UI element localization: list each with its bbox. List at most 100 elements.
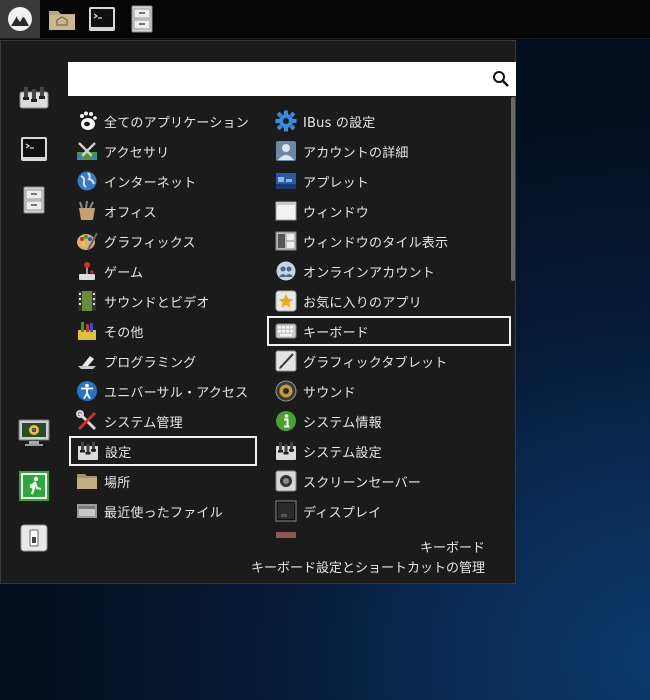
files-fav[interactable]: [17, 183, 51, 217]
category-item[interactable]: 場所: [68, 466, 258, 496]
app-item[interactable]: スクリーンセーバー: [267, 466, 511, 496]
category-item[interactable]: アクセサリ: [68, 136, 258, 166]
file-cabinet-icon: [23, 186, 45, 214]
search-box: [68, 62, 516, 96]
app-list-scrollbar[interactable]: [511, 97, 515, 281]
accessories-icon: [76, 140, 98, 162]
shutdown[interactable]: [17, 521, 51, 555]
app-item-selected[interactable]: キーボード: [267, 316, 511, 346]
selected-app-description: キーボード設定とショートカットの管理: [250, 561, 485, 576]
tablet-icon: [275, 350, 297, 372]
category-item[interactable]: その他: [68, 316, 258, 346]
accessibility-icon: [76, 380, 98, 402]
app-item[interactable]: アカウントの詳細: [267, 136, 511, 166]
category-label: 最近使ったファイル: [104, 505, 223, 521]
category-item[interactable]: ユニバーサル・アクセス: [68, 376, 258, 406]
app-label: システム設定: [303, 445, 382, 461]
category-item[interactable]: オフィス: [68, 196, 258, 226]
terminal-icon: [21, 137, 47, 161]
app-item[interactable]: ウィンドウ: [267, 196, 511, 226]
category-item[interactable]: インターネット: [68, 166, 258, 196]
search-icon[interactable]: [492, 70, 510, 88]
window-icon: [275, 200, 297, 222]
tile-icon: [275, 230, 297, 252]
settings-icon: [77, 440, 99, 462]
app-label: グラフィックタブレット: [303, 355, 448, 371]
app-item[interactable]: サウンド: [267, 376, 511, 406]
app-item[interactable]: アプレット: [267, 166, 511, 196]
film-icon: [76, 290, 98, 312]
app-item[interactable]: ウィンドウのタイル表示: [267, 226, 511, 256]
app-item[interactable]: システム情報: [267, 406, 511, 436]
cabinet-launcher[interactable]: [122, 0, 162, 38]
app-item[interactable]: IBus の設定: [267, 106, 511, 136]
app-label: オンラインアカウント: [303, 265, 436, 281]
online-accounts-icon: [275, 260, 297, 282]
power-icon: [20, 524, 48, 552]
category-label: グラフィックス: [104, 235, 196, 251]
info-icon: [275, 410, 297, 432]
category-label: 設定: [105, 445, 132, 461]
category-item-selected[interactable]: 設定: [69, 436, 257, 466]
menu-button[interactable]: [0, 0, 40, 38]
terminal-fav[interactable]: [17, 132, 51, 166]
recent-files-icon: [76, 500, 98, 522]
application-menu: 全てのアプリケーション アクセサリ インターネット オフィス グラフィックス ゲ…: [0, 40, 516, 584]
app-item[interactable]: システム設定: [267, 436, 511, 466]
settings-fav[interactable]: [17, 81, 51, 115]
tools-icon: [76, 410, 98, 432]
selected-app-title: キーボード: [419, 541, 485, 556]
category-label: ゲーム: [104, 265, 144, 281]
star-icon: [275, 290, 297, 312]
app-label: ウィンドウ: [303, 205, 370, 221]
app-item[interactable]: お気に入りのアプリ: [267, 286, 511, 316]
category-label: アクセサリ: [104, 145, 170, 161]
app-label: サウンド: [303, 385, 356, 401]
gear-icon: [275, 110, 297, 132]
category-label: 全てのアプリケーション: [104, 115, 249, 131]
distro-logo-icon: [8, 7, 32, 31]
programming-icon: [76, 350, 98, 372]
category-item[interactable]: システム管理: [68, 406, 258, 436]
app-label: IBus の設定: [303, 115, 376, 131]
terminal-launcher[interactable]: [82, 0, 122, 38]
category-label: ユニバーサル・アクセス: [104, 385, 249, 401]
logout[interactable]: [17, 469, 51, 503]
joystick-icon: [76, 260, 98, 282]
settings-icon: [275, 440, 297, 462]
home-folder-icon: [49, 11, 75, 30]
app-label: お気に入りのアプリ: [303, 295, 422, 311]
folder-icon: [76, 470, 98, 492]
globe-icon: [76, 170, 98, 192]
category-label: システム管理: [104, 415, 183, 431]
office-icon: [76, 200, 98, 222]
app-label: アカウントの詳細: [303, 145, 409, 161]
category-label: インターネット: [104, 175, 197, 191]
category-item[interactable]: サウンドとビデオ: [68, 286, 258, 316]
category-item[interactable]: プログラミング: [68, 346, 258, 376]
keyboard-icon: [275, 320, 297, 342]
exit-icon: [19, 471, 49, 501]
palette-icon: [76, 230, 98, 252]
file-cabinet-icon: [131, 5, 153, 33]
terminal-icon: [89, 7, 115, 31]
app-label: システム情報: [303, 415, 382, 431]
category-label: 場所: [104, 475, 131, 491]
screensaver-icon: [275, 470, 297, 492]
file-manager-launcher[interactable]: [42, 0, 82, 38]
app-label: スクリーンセーバー: [303, 475, 422, 491]
category-label: オフィス: [104, 205, 157, 221]
app-item[interactable]: オンラインアカウント: [267, 256, 511, 286]
category-item[interactable]: ゲーム: [68, 256, 258, 286]
app-label: アプレット: [303, 175, 370, 191]
category-item[interactable]: グラフィックス: [68, 226, 258, 256]
app-label: ウィンドウのタイル表示: [303, 235, 449, 251]
search-input[interactable]: [68, 62, 478, 96]
category-item[interactable]: 最近使ったファイル: [68, 496, 258, 526]
settings-icon: [19, 87, 49, 109]
app-item[interactable]: グラフィックタブレット: [267, 346, 511, 376]
app-item[interactable]: ディスプレイ: [267, 496, 511, 526]
category-item[interactable]: 全てのアプリケーション: [68, 106, 258, 136]
lock-screen[interactable]: [17, 416, 51, 450]
gnome-foot-icon: [76, 110, 98, 132]
